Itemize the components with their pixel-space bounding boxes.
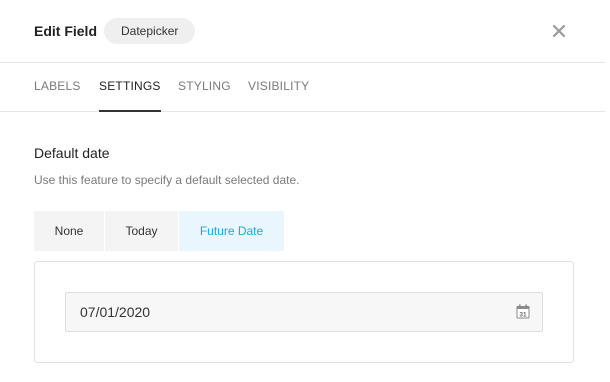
field-type-badge: Datepicker bbox=[104, 18, 196, 44]
date-value: 07/01/2020 bbox=[80, 304, 151, 320]
tab-bar: LABELS SETTINGS STYLING VISIBILITY bbox=[0, 62, 605, 112]
close-button[interactable] bbox=[549, 21, 569, 41]
panel-header: Edit Field Datepicker bbox=[0, 0, 605, 63]
calendar-day-number: 31 bbox=[519, 311, 527, 318]
option-today-button[interactable]: Today bbox=[105, 211, 178, 251]
option-future-date-button[interactable]: Future Date bbox=[179, 211, 284, 251]
date-input[interactable]: 07/01/2020 31 bbox=[65, 292, 543, 332]
option-none-button[interactable]: None bbox=[34, 211, 104, 251]
tab-labels[interactable]: LABELS bbox=[34, 62, 81, 111]
default-date-description: Use this feature to specify a default se… bbox=[34, 173, 300, 187]
close-icon bbox=[552, 24, 566, 38]
panel-title: Edit Field bbox=[34, 23, 97, 39]
calendar-icon[interactable]: 31 bbox=[516, 304, 530, 319]
tab-settings[interactable]: SETTINGS bbox=[99, 62, 161, 112]
future-date-container: 07/01/2020 31 bbox=[34, 261, 574, 363]
default-date-title: Default date bbox=[34, 145, 110, 161]
tab-visibility[interactable]: VISIBILITY bbox=[248, 62, 309, 111]
edit-field-panel: Edit Field Datepicker LABELS SETTINGS ST… bbox=[0, 0, 605, 382]
tab-styling[interactable]: STYLING bbox=[178, 62, 231, 111]
